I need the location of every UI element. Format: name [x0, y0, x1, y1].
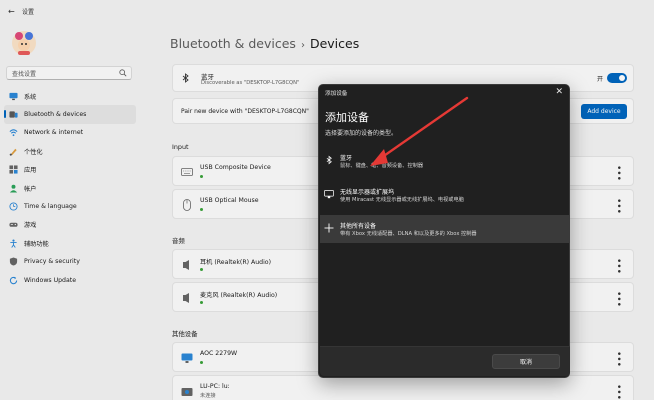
monitor-icon: [324, 189, 334, 199]
dialog-heading: 添加设备: [325, 111, 369, 124]
dialog-footer: 取消: [320, 346, 570, 376]
cancel-button[interactable]: 取消: [492, 354, 560, 369]
add-device-dialog: 添加设备 ✕ 添加设备 选择要添加的设备的类型。 蓝牙 鼠标、键盘、笔、音频设备…: [318, 84, 570, 378]
dialog-title: 添加设备: [325, 91, 348, 97]
close-icon[interactable]: ✕: [555, 87, 563, 97]
option-everything-else[interactable]: 其他所有设备 带有 Xbox 无线适配器、DLNA 和以及更多的 Xbox 控制…: [320, 215, 570, 243]
plus-icon: [324, 223, 334, 233]
bluetooth-icon: [324, 155, 334, 165]
option-wireless-display[interactable]: 无线显示器或扩展坞 使用 Miracast 无线显示器或无线扩展坞、电视或电脑: [320, 181, 570, 209]
dialog-subheading: 选择要添加的设备的类型。: [325, 130, 398, 137]
option-bluetooth[interactable]: 蓝牙 鼠标、键盘、笔、音频设备、控制器: [320, 147, 570, 175]
